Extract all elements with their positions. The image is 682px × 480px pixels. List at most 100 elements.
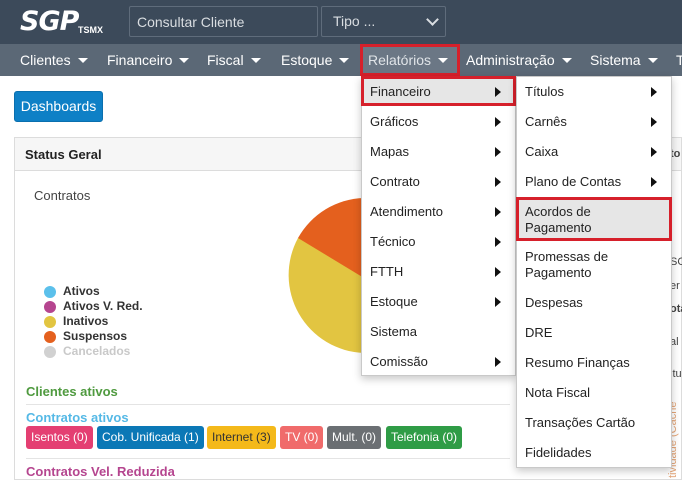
chevron-right-icon [651,87,657,97]
nav-administracao-label: Administração [466,52,555,68]
menu-item-ftth[interactable]: FTTH [362,257,515,287]
menu-item-label: Mapas [370,144,410,159]
menu-item-dre[interactable]: DRE [517,318,671,348]
menu-item-label: Atendimento [370,204,443,219]
chevron-right-icon [495,267,501,277]
logo-main-text: SGP [20,6,79,37]
menu-item-label: Caixa [525,144,559,159]
type-select[interactable]: Tipo ... [321,6,446,37]
menu-item-acordos-de-pagamento[interactable]: Acordos de Pagamento [517,199,671,241]
menu-item-label: Financeiro [370,84,431,99]
legend-dot-ativos-v-red [44,301,56,313]
nav-fiscal[interactable]: Fiscal [207,44,261,76]
menu-item-financeiro[interactable]: Financeiro [362,78,515,106]
chevron-right-icon [495,207,501,217]
logo-sub-text: TSMX [78,25,104,35]
menu-item-contrato[interactable]: Contrato [362,167,515,197]
menu-item-label: Comissão [370,354,428,369]
relatorios-menu: Financeiro Gráficos Mapas Contrato Atend… [361,76,516,376]
menu-item-titulos[interactable]: Títulos [517,77,671,107]
badge-telefonia[interactable]: Telefonia (0) [386,426,463,449]
caret-down-icon [339,58,350,63]
menu-item-fidelidades[interactable]: Fidelidades [517,438,671,468]
nav-clientes-label: Clientes [20,52,71,68]
menu-item-tecnico[interactable]: Técnico [362,227,515,257]
legend-label-ativos-v-red: Ativos V. Red. [63,299,143,313]
financeiro-submenu: Títulos Carnês Caixa Plano de Contas Aco… [516,76,672,468]
menu-item-comissao[interactable]: Comissão [362,347,515,377]
nav-relatorios[interactable]: Relatórios [361,44,459,76]
nav-overflow-item[interactable]: T [676,44,682,76]
chevron-right-icon [495,237,501,247]
menu-item-transacoes-cartao[interactable]: Transações Cartão [517,408,671,438]
chevron-right-icon [651,147,657,157]
sgp-logo[interactable]: SGP TSMX [20,6,120,38]
legend-label-cancelados: Cancelados [63,344,131,358]
badge-internet[interactable]: Internet (3) [207,426,276,449]
chevron-right-icon [495,297,501,307]
nav-financeiro[interactable]: Financeiro [107,44,190,76]
nav-fiscal-label: Fiscal [207,52,244,68]
nav-estoque[interactable]: Estoque [281,44,350,76]
menu-item-caixa[interactable]: Caixa [517,137,671,167]
badge-tv[interactable]: TV (0) [280,426,324,449]
menu-item-promessas-de-pagamento[interactable]: Promessas de Pagamento [517,243,671,287]
legend-label-ativos: Ativos [63,284,100,298]
type-select-value: Tipo ... [333,13,376,29]
chevron-right-icon [495,117,501,127]
caret-down-icon [647,58,658,63]
legend-dot-suspensos [44,331,56,343]
chart-legend: Ativos Ativos V. Red. Inativos Suspensos… [44,284,143,359]
menu-item-graficos[interactable]: Gráficos [362,107,515,137]
nav-overflow-label: T [676,52,682,68]
menu-item-label: Nota Fiscal [525,385,591,400]
legend-label-inativos: Inativos [63,314,109,328]
main-nav: Clientes Financeiro Fiscal Estoque Relat… [0,44,682,76]
legend-dot-ativos [44,286,56,298]
nav-administracao[interactable]: Administração [466,44,572,76]
pie-chart [288,198,364,353]
badge-mult[interactable]: Mult. (0) [327,426,382,449]
menu-item-label: Gráficos [370,114,419,129]
menu-item-plano-de-contas[interactable]: Plano de Contas [517,167,671,197]
menu-item-nota-fiscal[interactable]: Nota Fiscal [517,378,671,408]
menu-item-despesas[interactable]: Despesas [517,288,671,318]
caret-down-icon [250,58,261,63]
menu-item-label: Estoque [370,294,418,309]
caret-down-icon [561,58,572,63]
menu-item-estoque[interactable]: Estoque [362,287,515,317]
menu-item-carnes[interactable]: Carnês [517,107,671,137]
dashboards-button[interactable]: Dashboards [14,91,103,122]
menu-item-label: Transações Cartão [525,415,636,430]
menu-item-label: DRE [525,325,553,340]
menu-item-mapas[interactable]: Mapas [362,137,515,167]
caret-down-icon [179,58,190,63]
chevron-right-icon [495,147,501,157]
legend-item-cancelados[interactable]: Cancelados [44,344,143,359]
badge-cob-unificada[interactable]: Cob. Unificada (1) [97,426,204,449]
menu-item-label: Despesas [525,295,583,310]
legend-item-ativos[interactable]: Ativos [44,284,143,299]
menu-item-label: Técnico [370,234,416,249]
legend-item-suspensos[interactable]: Suspensos [44,329,143,344]
menu-item-label-line1: Acordos de [525,204,591,219]
section-divider [26,404,510,405]
menu-item-label: Títulos [525,84,565,99]
nav-financeiro-label: Financeiro [107,52,173,68]
chevron-right-icon [495,177,501,187]
menu-item-label: Carnês [525,114,567,129]
nav-estoque-label: Estoque [281,52,333,68]
nav-clientes[interactable]: Clientes [20,44,88,76]
section-divider [26,458,510,459]
consult-client-input[interactable] [129,6,318,37]
badge-isentos[interactable]: Isentos (0) [26,426,93,449]
menu-item-label-line2: Pagamento [525,220,592,235]
menu-item-resumo-financas[interactable]: Resumo Finanças [517,348,671,378]
nav-sistema[interactable]: Sistema [590,44,658,76]
legend-item-ativos-v-red[interactable]: Ativos V. Red. [44,299,143,314]
menu-item-label: FTTH [370,264,404,279]
menu-item-sistema[interactable]: Sistema [362,317,515,347]
legend-item-inativos[interactable]: Inativos [44,314,143,329]
chevron-right-icon [651,177,657,187]
menu-item-atendimento[interactable]: Atendimento [362,197,515,227]
